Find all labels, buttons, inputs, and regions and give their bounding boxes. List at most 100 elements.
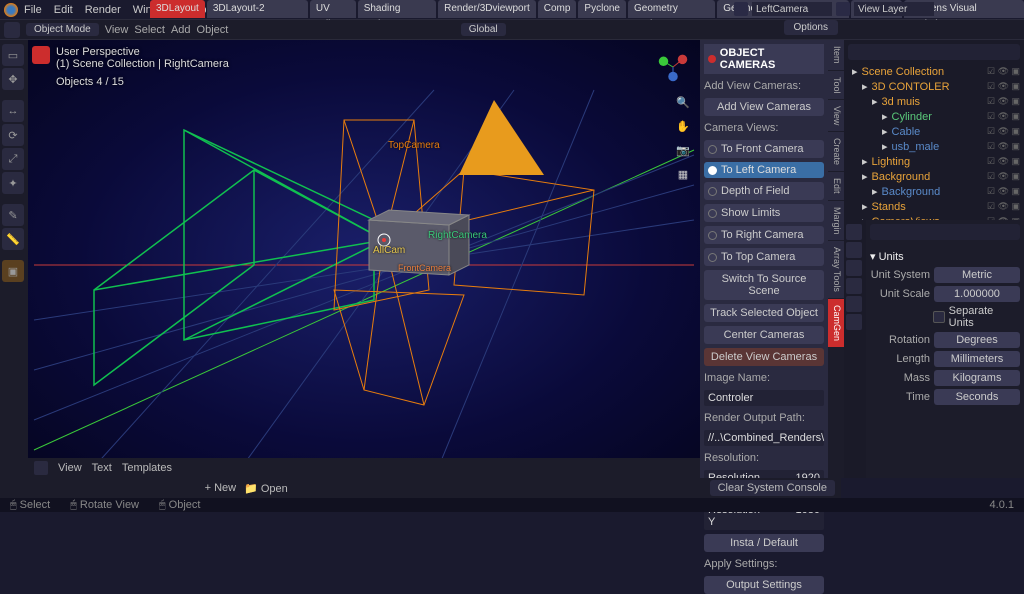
vpb-text[interactable]: Text xyxy=(92,462,112,474)
zoom-icon[interactable]: 🔍 xyxy=(674,96,692,114)
show-limits[interactable]: Show Limits xyxy=(704,204,824,222)
toolbar-left: ▭ ✥ ↔ ⟳ ⤢ ✦ ✎ 📏 ▣ xyxy=(0,40,28,478)
menu-render[interactable]: Render xyxy=(85,4,121,16)
to-front-camera[interactable]: To Front Camera xyxy=(704,140,824,158)
tool-measure[interactable]: 📏 xyxy=(2,228,24,250)
editor-type-icon[interactable] xyxy=(4,22,20,38)
menu-file[interactable]: File xyxy=(24,4,42,16)
rotation-select[interactable]: Degrees xyxy=(934,332,1020,348)
to-right-camera[interactable]: To Right Camera xyxy=(704,226,824,244)
ptab-output[interactable] xyxy=(846,242,862,258)
image-name-input[interactable]: Controler xyxy=(704,390,824,406)
cam-panel-title: OBJECT CAMERAS xyxy=(720,47,820,71)
mass-select[interactable]: Kilograms xyxy=(934,370,1020,386)
outliner-item[interactable]: ▸Cylinder☑ 👁 ▣ xyxy=(848,109,1020,124)
vtab-item[interactable]: Item xyxy=(828,40,844,70)
depth-of-field[interactable]: Depth of Field xyxy=(704,182,824,200)
vtab-tool[interactable]: Tool xyxy=(828,71,844,100)
vtab-view[interactable]: View xyxy=(828,100,844,131)
ptab-viewlayer[interactable] xyxy=(846,260,862,276)
nav-gizmo[interactable] xyxy=(654,48,692,86)
tab-uvedit[interactable]: UV Edit xyxy=(310,0,356,18)
outliner-search[interactable] xyxy=(848,44,1020,60)
record-icon xyxy=(32,46,50,64)
tab-shading[interactable]: Shading nodes xyxy=(358,0,436,18)
orientation-select[interactable]: Global xyxy=(461,23,506,36)
ptab-world[interactable] xyxy=(846,296,862,312)
insta-default[interactable]: Insta / Default xyxy=(704,534,824,552)
track-selected[interactable]: Track Selected Object xyxy=(704,304,824,322)
tab-3dlayout[interactable]: 3DLayout xyxy=(150,0,205,18)
image-name-label: Image Name: xyxy=(704,370,824,386)
btn-new[interactable]: + New xyxy=(205,482,237,494)
tab-pyclone[interactable]: Pyclone xyxy=(578,0,626,18)
outliner-item[interactable]: ▸usb_male☑ 👁 ▣ xyxy=(848,139,1020,154)
outliner-item[interactable]: ▸Lighting☑ 👁 ▣ xyxy=(848,154,1020,169)
btn-open[interactable]: 📁 Open xyxy=(244,482,288,495)
menu-view[interactable]: View xyxy=(105,24,129,36)
tab-geonodes[interactable]: Geometry Nodes xyxy=(628,0,715,18)
vtab-array[interactable]: Array Tools xyxy=(828,241,844,298)
tool-addcube[interactable]: ▣ xyxy=(2,260,24,282)
tool-scale[interactable]: ⤢ xyxy=(2,148,24,170)
to-left-camera[interactable]: To Left Camera xyxy=(704,162,824,178)
viewlayer-input[interactable] xyxy=(854,2,934,16)
tab-render3d[interactable]: Render/3Dviewport xyxy=(438,0,536,18)
length-select[interactable]: Millimeters xyxy=(934,351,1020,367)
ptab-render[interactable] xyxy=(846,224,862,240)
outliner-item[interactable]: ▸Cable☑ 👁 ▣ xyxy=(848,124,1020,139)
app-logo xyxy=(4,3,18,17)
editor-type-icon-2[interactable] xyxy=(34,461,48,475)
vtab-edit[interactable]: Edit xyxy=(828,172,844,200)
tool-rotate[interactable]: ⟳ xyxy=(2,124,24,146)
time-select[interactable]: Seconds xyxy=(934,389,1020,405)
outliner-item[interactable]: ▸Background☑ 👁 ▣ xyxy=(848,184,1020,199)
clear-console-button[interactable]: Clear System Console xyxy=(710,480,835,496)
vpb-view[interactable]: View xyxy=(58,462,82,474)
outliner-item[interactable]: ▸Scene Collection☑ 👁 ▣ xyxy=(848,64,1020,79)
center-cameras[interactable]: Center Cameras xyxy=(704,326,824,344)
menu-select[interactable]: Select xyxy=(134,24,165,36)
camera-icon[interactable]: 📷 xyxy=(674,144,692,162)
tool-select[interactable]: ▭ xyxy=(2,44,24,66)
3d-viewport[interactable]: User Perspective (1) Scene Collection | … xyxy=(28,40,700,478)
separate-units-checkbox[interactable] xyxy=(933,311,945,323)
delete-cameras[interactable]: Delete View Cameras xyxy=(704,348,824,366)
object-count-label: Objects 4 / 15 xyxy=(56,76,229,88)
pan-icon[interactable]: ✋ xyxy=(674,120,692,138)
render-path-input[interactable]: //..\Combined_Renders\ xyxy=(704,430,824,446)
units-header[interactable]: ▾ Units xyxy=(870,246,1020,267)
vtab-margin[interactable]: Margin xyxy=(828,201,844,241)
persp-toggle-icon[interactable]: ▦ xyxy=(674,168,692,186)
scene-name-input[interactable] xyxy=(752,2,832,16)
menu-edit[interactable]: Edit xyxy=(54,4,73,16)
to-top-camera[interactable]: To Top Camera xyxy=(704,248,824,266)
switch-source-scene[interactable]: Switch To Source Scene xyxy=(704,270,824,300)
vtab-camgen[interactable]: CamGen xyxy=(828,299,844,347)
options-button[interactable]: Options xyxy=(784,20,838,35)
outliner-item[interactable]: ▸3D CONTOLER☑ 👁 ▣ xyxy=(848,79,1020,94)
tool-annotate[interactable]: ✎ xyxy=(2,204,24,226)
property-search[interactable] xyxy=(870,224,1020,240)
tab-3dlayout2[interactable]: 3DLayout-2 screens xyxy=(207,0,308,18)
outliner-item[interactable]: ▸Background☑ 👁 ▣ xyxy=(848,169,1020,184)
tab-comp[interactable]: Comp xyxy=(538,0,577,18)
vtab-create[interactable]: Create xyxy=(828,132,844,171)
ptab-scene[interactable] xyxy=(846,278,862,294)
unit-system-select[interactable]: Metric xyxy=(934,267,1020,283)
mode-select[interactable]: Object Mode xyxy=(26,23,99,36)
unit-scale-input[interactable]: 1.000000 xyxy=(934,286,1020,302)
cam-header-icon xyxy=(708,55,716,63)
tool-cursor[interactable]: ✥ xyxy=(2,68,24,90)
outliner-item[interactable]: ▸Stands☑ 👁 ▣ xyxy=(848,199,1020,214)
menu-object[interactable]: Object xyxy=(197,24,229,36)
vpb-templates[interactable]: Templates xyxy=(122,462,172,474)
ptab-object[interactable] xyxy=(846,314,862,330)
tool-move[interactable]: ↔ xyxy=(2,100,24,122)
outliner-item[interactable]: ▸3d muis☑ 👁 ▣ xyxy=(848,94,1020,109)
output-settings[interactable]: Output Settings xyxy=(704,576,824,594)
status-select: 🖱 Select xyxy=(10,499,50,512)
menu-add[interactable]: Add xyxy=(171,24,191,36)
tool-transform[interactable]: ✦ xyxy=(2,172,24,194)
add-cameras-button[interactable]: Add View Cameras xyxy=(704,98,824,116)
